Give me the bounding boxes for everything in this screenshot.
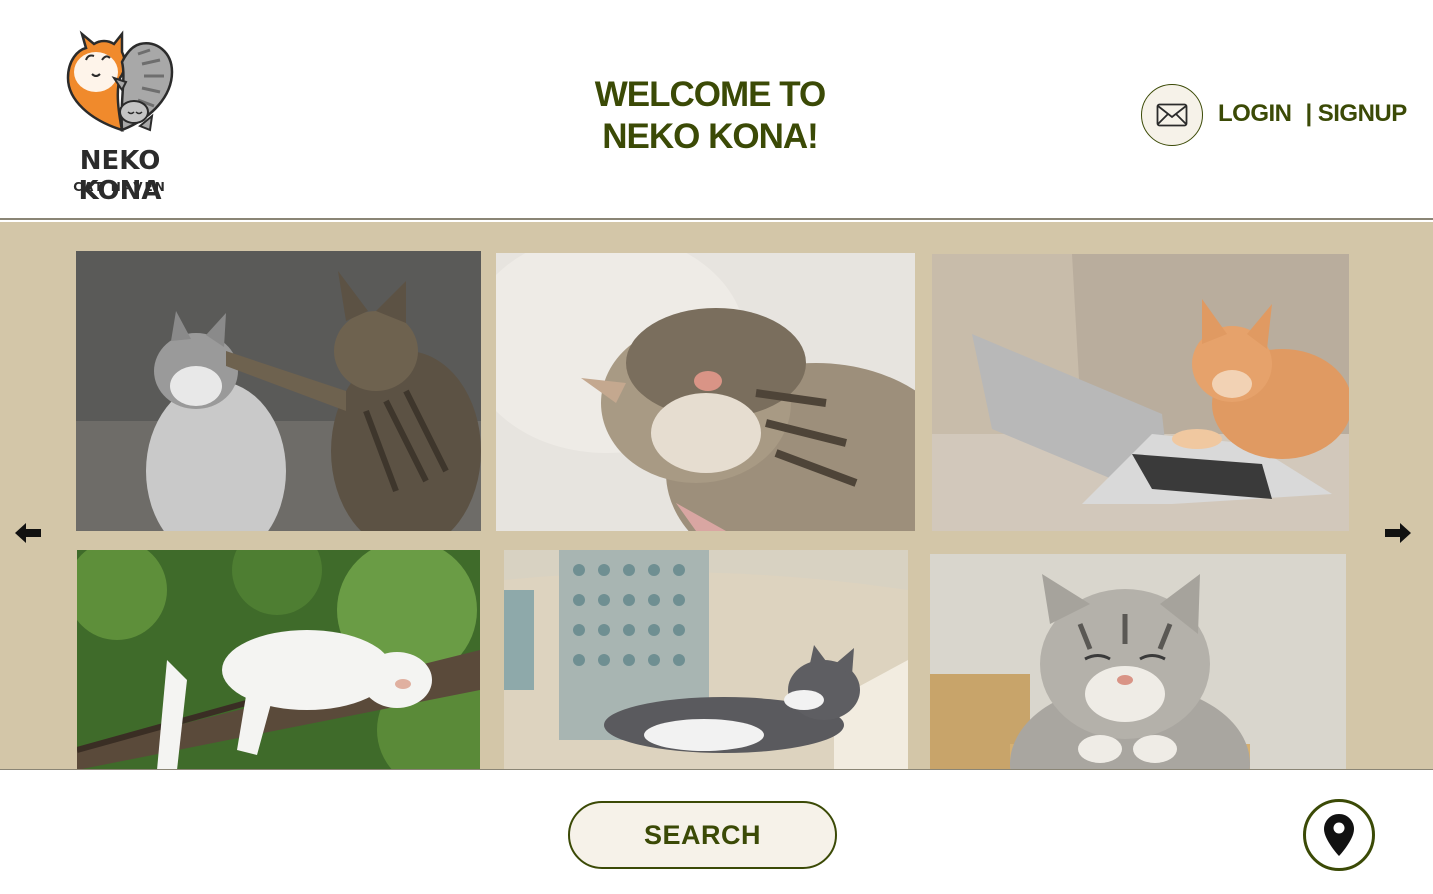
gallery-photo-5[interactable] — [504, 550, 908, 769]
orange-cat-on-laptop-image — [932, 254, 1349, 531]
mail-button[interactable] — [1141, 84, 1203, 146]
gallery-photo-6[interactable] — [930, 554, 1346, 769]
silver-tabby-cat-smiling-image — [930, 554, 1346, 769]
auth-links: LOGIN | SIGNUP — [1218, 98, 1407, 130]
cat-heart-logo-icon — [66, 30, 174, 132]
gray-cat-lounging-on-sofa-image — [504, 550, 908, 769]
welcome-heading: WELCOME TO NEKO KONA! — [560, 74, 860, 158]
cat-photo-gallery — [0, 222, 1433, 770]
gallery-photo-2[interactable] — [496, 253, 915, 531]
gallery-photo-4[interactable] — [77, 550, 480, 769]
welcome-line-2: NEKO KONA! — [602, 117, 819, 156]
signup-link[interactable]: SIGNUP — [1318, 100, 1408, 128]
search-button[interactable]: SEARCH — [568, 801, 837, 869]
login-link[interactable]: LOGIN — [1218, 100, 1292, 128]
arrow-right-icon[interactable] — [1383, 520, 1413, 546]
envelope-icon — [1156, 103, 1188, 127]
white-cat-sleeping-on-branch-image — [77, 550, 480, 769]
logo-title: NEKO KONA — [78, 146, 162, 206]
site-header: NEKO KONA CAT HAVEN WELCOME TO NEKO KONA… — [0, 0, 1433, 220]
logo-tagline: CAT HAVEN — [73, 180, 167, 194]
tabby-cat-patting-kitten-image — [76, 251, 481, 531]
welcome-line-1: WELCOME TO — [594, 75, 826, 114]
location-button[interactable] — [1303, 799, 1375, 871]
gallery-photo-1[interactable] — [76, 251, 481, 531]
auth-separator: | — [1305, 100, 1313, 127]
gallery-photo-3[interactable] — [932, 254, 1349, 531]
tabby-cat-covering-face-image — [496, 253, 915, 531]
arrow-left-icon[interactable] — [13, 520, 43, 546]
neko-kona-logo[interactable]: NEKO KONA CAT HAVEN — [40, 30, 200, 206]
map-pin-icon — [1324, 814, 1354, 856]
site-footer: SEARCH — [0, 771, 1433, 894]
